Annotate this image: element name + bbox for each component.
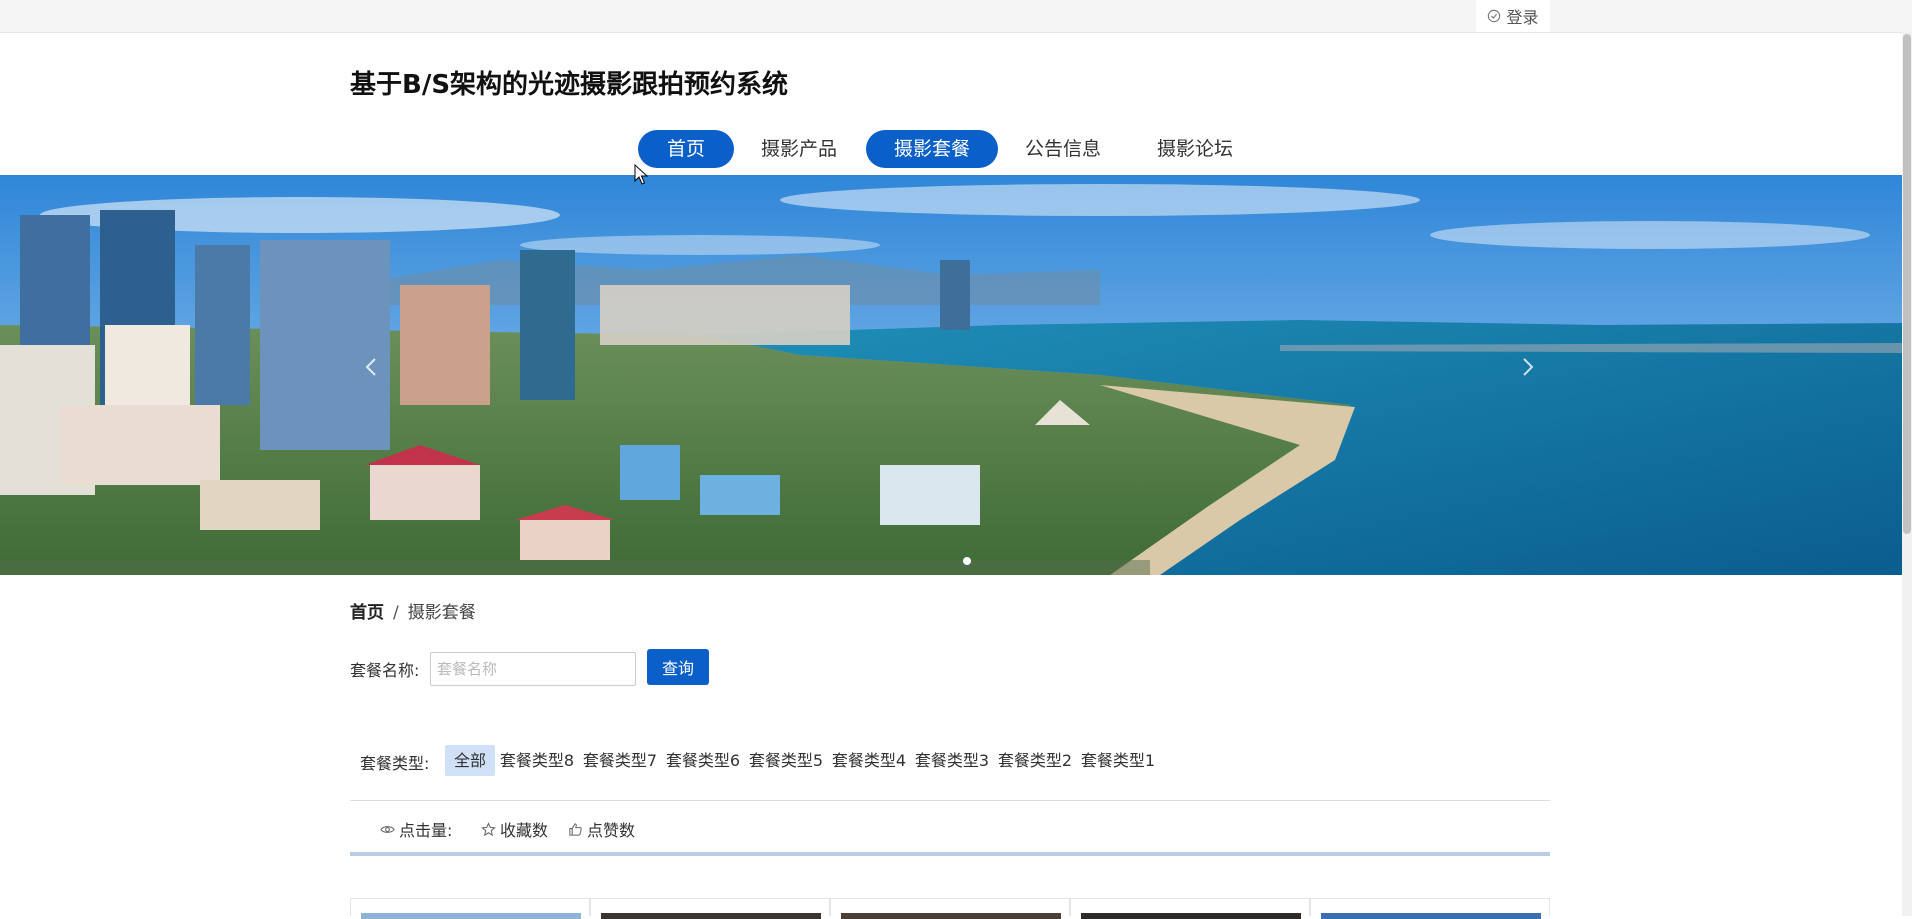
type-filter-1[interactable]: 套餐类型1 <box>1079 745 1157 776</box>
package-card[interactable] <box>590 898 830 919</box>
package-name-input[interactable] <box>430 652 636 686</box>
eye-icon <box>380 825 395 833</box>
package-thumbnail <box>361 913 581 919</box>
type-filter-4[interactable]: 套餐类型4 <box>830 745 908 776</box>
filter-divider <box>350 800 1550 801</box>
carousel-indicator-dot[interactable] <box>963 557 971 565</box>
package-card[interactable] <box>1070 898 1310 919</box>
login-label: 登录 <box>1506 8 1539 27</box>
nav-notices[interactable]: 公告信息 <box>1016 130 1110 168</box>
breadcrumb-current: 摄影套餐 <box>407 603 476 623</box>
breadcrumb: 首页 / 摄影套餐 <box>350 598 476 623</box>
package-thumbnail <box>1321 913 1541 919</box>
search-button[interactable]: 查询 <box>647 649 709 685</box>
package-card[interactable] <box>350 898 590 919</box>
breadcrumb-home[interactable]: 首页 <box>350 603 384 623</box>
type-filter-label: 套餐类型: <box>360 754 430 773</box>
site-title: 基于B/S架构的光迹摄影跟拍预约系统 <box>350 70 789 100</box>
login-button[interactable]: 登录 <box>1476 0 1550 32</box>
package-thumbnail <box>601 913 821 919</box>
nav-products[interactable]: 摄影产品 <box>752 130 846 168</box>
chevron-left-icon[interactable] <box>360 355 384 379</box>
search-label: 套餐名称: <box>350 661 420 680</box>
type-filter-8[interactable]: 套餐类型8 <box>498 745 576 776</box>
sort-divider <box>350 852 1550 856</box>
sort-by-favorites[interactable]: 收藏数 <box>481 817 548 841</box>
page-scrollbar[interactable] <box>1902 32 1912 916</box>
scrollbar-thumb[interactable] <box>1903 34 1911 534</box>
type-filter-2[interactable]: 套餐类型2 <box>996 745 1074 776</box>
top-bar: 登录 <box>0 0 1912 33</box>
package-card[interactable] <box>830 898 1070 919</box>
banner-carousel <box>0 175 1902 575</box>
type-filter-3[interactable]: 套餐类型3 <box>913 745 991 776</box>
nav-forum[interactable]: 摄影论坛 <box>1148 130 1242 168</box>
check-circle-icon <box>1488 9 1501 23</box>
package-card[interactable] <box>1310 898 1550 919</box>
sort-by-likes[interactable]: 点赞数 <box>568 817 635 841</box>
nav-packages[interactable]: 摄影套餐 <box>866 130 998 168</box>
sort-favorites-label: 收藏数 <box>500 821 549 840</box>
type-filter-7[interactable]: 套餐类型7 <box>581 745 659 776</box>
sort-by-clicks[interactable]: 点击量: <box>380 817 452 841</box>
chevron-right-icon[interactable] <box>1515 355 1539 379</box>
package-thumbnail <box>1081 913 1301 919</box>
mouse-cursor-icon <box>634 164 648 185</box>
thumbs-up-icon <box>569 822 582 836</box>
package-thumbnail <box>841 913 1061 919</box>
type-filter-6[interactable]: 套餐类型6 <box>664 745 742 776</box>
type-filter-all[interactable]: 全部 <box>445 745 495 776</box>
type-filter-5[interactable]: 套餐类型5 <box>747 745 825 776</box>
nav-home[interactable]: 首页 <box>638 130 734 168</box>
breadcrumb-separator: / <box>393 603 399 623</box>
banner-image <box>0 175 1902 575</box>
sort-clicks-label: 点击量: <box>399 821 453 840</box>
star-icon <box>481 821 496 836</box>
sort-likes-label: 点赞数 <box>587 821 636 840</box>
